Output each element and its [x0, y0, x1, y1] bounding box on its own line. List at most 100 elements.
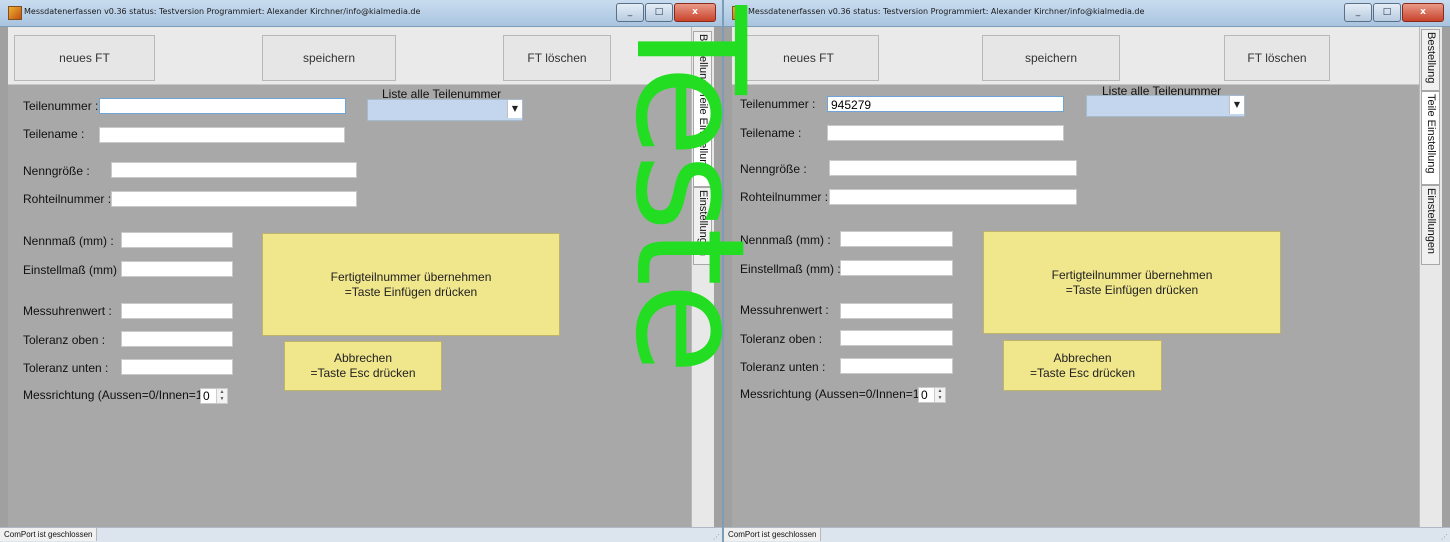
- nennmass-label: Nennmaß (mm) :: [23, 234, 114, 248]
- maximize-button[interactable]: □: [645, 3, 673, 22]
- messrichtung-stepper[interactable]: 0 ▲ ▼: [200, 388, 228, 404]
- einstellmass-label: Einstellmaß (mm) :: [740, 262, 841, 276]
- updown-arrows-icon[interactable]: ▲ ▼: [934, 388, 945, 402]
- updown-arrows-icon[interactable]: ▲ ▼: [216, 389, 227, 403]
- abbrechen-line1: Abbrechen: [1053, 350, 1112, 365]
- window-title: Messdatenerfassen v0.36 status: Testvers…: [24, 7, 421, 16]
- fertigteilnummer-uebernehmen-button[interactable]: Fertigteilnummer übernehmen =Taste Einfü…: [983, 231, 1281, 334]
- abbrechen-button[interactable]: Abbrechen =Taste Esc drücken: [1003, 340, 1162, 391]
- tab-teile-einstellung-label: Teile Einstellung: [697, 92, 709, 172]
- toleranz-oben-label: Toleranz oben :: [23, 333, 106, 347]
- fertigteilnummer-uebernehmen-button[interactable]: Fertigteilnummer übernehmen =Taste Einfü…: [262, 233, 560, 336]
- nenngroesse-label: Nenngröße :: [23, 164, 90, 178]
- toleranz-oben-label: Toleranz oben :: [740, 332, 823, 346]
- teilenummer-combo[interactable]: ▼: [367, 99, 523, 121]
- nennmass-input[interactable]: [121, 232, 233, 248]
- tab-einstellungen-label: Einstellungen: [1425, 188, 1437, 255]
- new-ft-button[interactable]: neues FT: [14, 35, 155, 81]
- messrichtung-stepper[interactable]: 0 ▲ ▼: [918, 387, 946, 403]
- uebernehmen-line1: Fertigteilnummer übernehmen: [330, 269, 492, 284]
- status-bar: ComPort ist geschlossen ⋰: [724, 527, 1450, 542]
- nennmass-input[interactable]: [840, 231, 953, 247]
- close-button[interactable]: x: [1402, 3, 1444, 22]
- tab-einstellungen-label: Einstellungen: [697, 190, 709, 257]
- tab-teile-einstellung[interactable]: Teile Einstellung: [1421, 91, 1440, 185]
- teilename-input[interactable]: [827, 125, 1064, 141]
- toolbar: neues FT speichern FT löschen: [732, 27, 1420, 85]
- toleranz-unten-input[interactable]: [840, 358, 953, 374]
- teilenummer-input[interactable]: [99, 98, 346, 114]
- status-bar: ComPort ist geschlossen ⋰: [0, 527, 722, 542]
- abbrechen-line1: Abbrechen: [333, 351, 393, 365]
- abbrechen-button[interactable]: Abbrechen =Taste Esc drücken: [284, 341, 442, 391]
- messuhrenwert-label: Messuhrenwert :: [23, 304, 112, 318]
- teilenummer-label: Teilenummer :: [740, 97, 816, 111]
- tab-bestellung-label: Bestellung: [697, 34, 709, 86]
- teilename-label: Teilename :: [740, 126, 802, 140]
- uebernehmen-line2: =Taste Einfügen drücken: [1065, 282, 1199, 297]
- toleranz-oben-input[interactable]: [840, 330, 953, 346]
- new-ft-button[interactable]: neues FT: [738, 35, 879, 81]
- messrichtung-label: Messrichtung (Aussen=0/Innen=1): [740, 387, 924, 401]
- vertical-tabs: Bestellung Teile Einstellung Einstellung…: [1419, 27, 1442, 528]
- einstellmass-input[interactable]: [840, 260, 953, 276]
- teilenummer-input[interactable]: 945279: [827, 96, 1064, 112]
- client-area: neues FT speichern FT löschen Teilenumme…: [8, 27, 714, 528]
- rohteilnummer-input[interactable]: [829, 189, 1077, 205]
- tab-teile-einstellung[interactable]: Teile Einstellung: [693, 89, 712, 187]
- toleranz-unten-label: Toleranz unten :: [23, 361, 109, 375]
- toleranz-oben-input[interactable]: [121, 331, 233, 347]
- save-button[interactable]: speichern: [982, 35, 1120, 81]
- app-icon: [732, 6, 746, 20]
- left-window: Messdatenerfassen v0.36 status: Testvers…: [0, 0, 722, 542]
- messuhrenwert-label: Messuhrenwert :: [740, 303, 829, 317]
- resize-grip-icon[interactable]: ⋰: [1441, 533, 1448, 541]
- right-window: Messdatenerfassen v0.36 status: Testvers…: [724, 0, 1450, 542]
- tab-einstellungen[interactable]: Einstellungen: [693, 187, 712, 265]
- resize-grip-icon[interactable]: ⋰: [713, 533, 720, 541]
- window-title: Messdatenerfassen v0.36 status: Testvers…: [748, 7, 1145, 16]
- tab-bestellung-label: Bestellung: [1425, 32, 1437, 84]
- messuhrenwert-input[interactable]: [121, 303, 233, 319]
- title-bar[interactable]: Messdatenerfassen v0.36 status: Testvers…: [0, 0, 722, 27]
- messuhrenwert-input[interactable]: [840, 303, 953, 319]
- client-area: neues FT speichern FT löschen Teilenumme…: [732, 27, 1442, 528]
- teilename-input[interactable]: [99, 127, 345, 143]
- toolbar: neues FT speichern FT löschen: [8, 27, 692, 85]
- einstellmass-input[interactable]: [121, 261, 233, 277]
- nenngroesse-label: Nenngröße :: [740, 162, 807, 176]
- abbrechen-line2: =Taste Esc drücken: [1029, 365, 1136, 380]
- rohteilnummer-input[interactable]: [111, 191, 357, 207]
- rohteilnummer-label: Rohteilnummer :: [23, 192, 112, 206]
- save-button[interactable]: speichern: [262, 35, 396, 81]
- tab-bestellung[interactable]: Bestellung: [1421, 29, 1440, 91]
- status-text: ComPort ist geschlossen: [0, 528, 98, 541]
- delete-ft-button[interactable]: FT löschen: [503, 35, 611, 81]
- toleranz-unten-input[interactable]: [121, 359, 233, 375]
- abbrechen-line2: =Taste Esc drücken: [310, 366, 416, 380]
- delete-ft-button[interactable]: FT löschen: [1224, 35, 1330, 81]
- close-button[interactable]: x: [674, 3, 716, 22]
- status-text: ComPort ist geschlossen: [724, 528, 822, 541]
- einstellmass-label: Einstellmaß (mm) :: [23, 263, 124, 277]
- toleranz-unten-label: Toleranz unten :: [740, 360, 826, 374]
- chevron-down-icon[interactable]: ▼: [507, 100, 522, 118]
- tab-einstellungen[interactable]: Einstellungen: [1421, 185, 1440, 265]
- title-bar[interactable]: Messdatenerfassen v0.36 status: Testvers…: [724, 0, 1450, 27]
- minimize-button[interactable]: _: [1344, 3, 1372, 22]
- tab-bestellung[interactable]: Bestellung: [693, 31, 712, 89]
- teilename-label: Teilename :: [23, 127, 85, 141]
- teilenummer-label: Teilenummer :: [23, 99, 99, 113]
- messrichtung-label: Messrichtung (Aussen=0/Innen=1): [23, 388, 207, 402]
- nenngroesse-input[interactable]: [111, 162, 357, 178]
- messrichtung-value: 0: [921, 388, 928, 402]
- messrichtung-value: 0: [203, 389, 210, 403]
- uebernehmen-line2: =Taste Einfügen drücken: [344, 284, 478, 299]
- minimize-button[interactable]: _: [616, 3, 644, 22]
- maximize-button[interactable]: □: [1373, 3, 1401, 22]
- teilenummer-combo[interactable]: ▼: [1086, 95, 1245, 117]
- uebernehmen-line1: Fertigteilnummer übernehmen: [1051, 267, 1213, 282]
- chevron-down-icon[interactable]: ▼: [1229, 96, 1244, 114]
- vertical-tabs: Bestellung Teile Einstellung Einstellung…: [691, 27, 714, 528]
- nenngroesse-input[interactable]: [829, 160, 1077, 176]
